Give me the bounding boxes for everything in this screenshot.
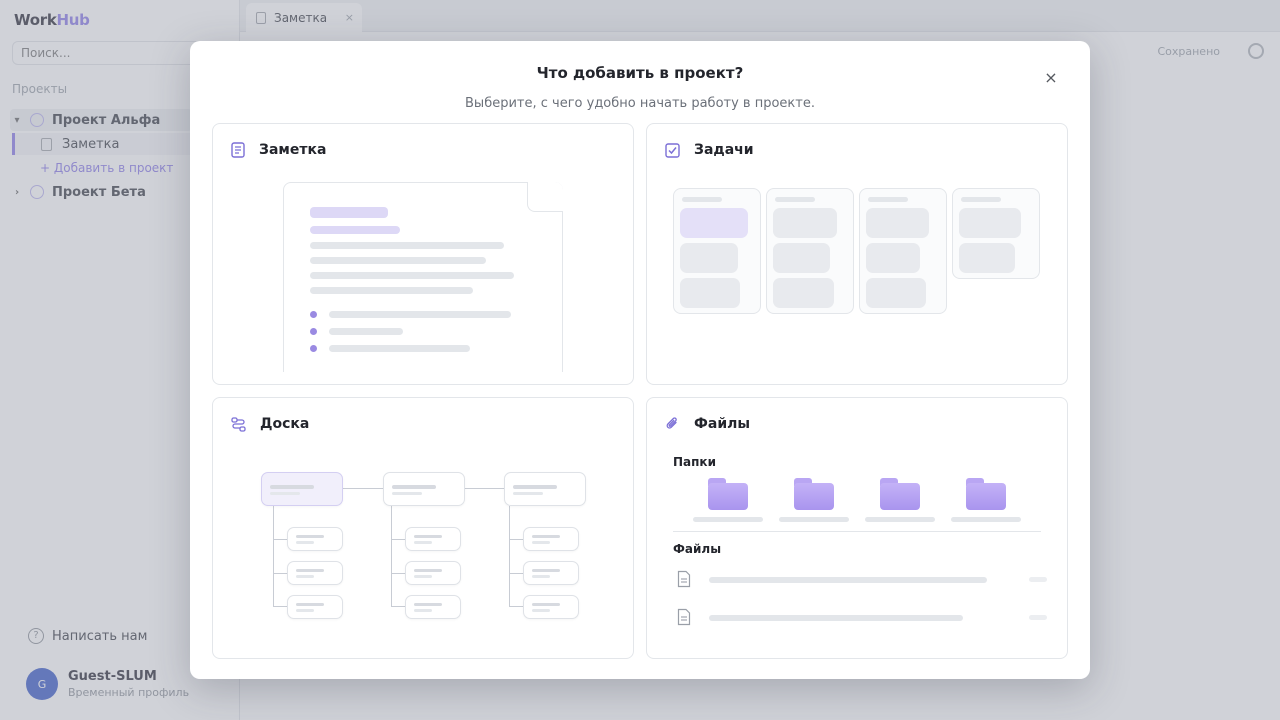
task-tile [866,208,929,238]
column-header [868,197,908,202]
folder-icon [966,478,1006,510]
board-subnode [523,595,579,619]
connector [391,573,405,574]
file-size-placeholder [1029,615,1047,620]
preview-line [310,226,400,234]
preview-line [329,328,403,335]
note-preview [283,182,563,372]
connector [464,488,504,489]
board-subnode [523,527,579,551]
task-tile [773,208,837,238]
task-tile [680,278,740,308]
task-tile [773,278,834,308]
board-node [261,472,343,506]
task-tile [773,243,830,273]
connector [273,573,287,574]
board-flow-icon [231,416,246,432]
file-row [677,570,1047,588]
card-header: Заметка [231,142,326,158]
board-subnode [287,595,343,619]
task-tile [866,278,926,308]
task-column [952,188,1040,279]
preview-line [310,207,388,218]
file-icon [677,608,691,630]
card-header: Доска [231,416,309,432]
folder-name-placeholder [865,517,935,522]
dialog-title: Что добавить в проект? [536,64,744,82]
add-to-project-dialog: Что добавить в проект? Выберите, с чего … [190,41,1090,679]
connector [273,606,287,607]
close-button[interactable]: × [1042,69,1060,87]
bullet [310,345,317,352]
file-icon [677,570,691,592]
preview-line [329,311,511,318]
card-title: Заметка [259,142,327,158]
option-board-card[interactable]: Доска [212,397,634,659]
option-note-card[interactable]: Заметка [212,123,634,385]
connector [391,539,405,540]
divider [673,531,1041,532]
checkbox-icon [665,142,680,158]
folder-name-placeholder [951,517,1021,522]
card-title: Доска [260,416,310,432]
connector [391,606,405,607]
task-tile [959,243,1015,273]
preview-line [310,257,486,264]
board-node [383,472,465,506]
note-icon [231,142,245,158]
connector [509,573,523,574]
preview-line [310,242,504,249]
connector [343,488,383,489]
connector [509,506,510,606]
paperclip-icon [665,416,680,432]
page-fold [527,182,563,212]
preview-line [310,272,514,279]
connector [509,606,523,607]
task-tile [680,243,738,273]
card-header: Файлы [665,416,750,432]
files-label: Файлы [673,542,722,556]
board-subnode [405,595,461,619]
option-tasks-card[interactable]: Задачи [646,123,1068,385]
file-size-placeholder [1029,577,1047,582]
folder-name-placeholder [779,517,849,522]
folder-icon [794,478,834,510]
connector [509,539,523,540]
preview-line [329,345,470,352]
folder-icon [880,478,920,510]
board-subnode [405,561,461,585]
dialog-subtitle: Выберите, с чего удобно начать работу в … [465,96,815,111]
task-column [859,188,947,314]
board-subnode [523,561,579,585]
connector [273,506,274,606]
board-node [504,472,586,506]
column-header [961,197,1001,202]
bullet [310,311,317,318]
card-header: Задачи [665,142,754,158]
connector [391,506,392,606]
file-name-placeholder [709,577,987,583]
card-title: Задачи [694,142,754,158]
preview-line [310,287,473,294]
board-subnode [287,527,343,551]
task-column [766,188,854,314]
folders-label: Папки [673,455,716,469]
task-column [673,188,761,314]
file-name-placeholder [709,615,963,621]
folder-icon [708,478,748,510]
task-tile [680,208,748,238]
file-row [677,608,1047,626]
task-tile [959,208,1021,238]
board-subnode [405,527,461,551]
bullet [310,328,317,335]
option-files-card[interactable]: Файлы Папки Файлы [646,397,1068,659]
column-header [775,197,815,202]
folder-name-placeholder [693,517,763,522]
board-subnode [287,561,343,585]
connector [273,539,287,540]
task-tile [866,243,920,273]
card-title: Файлы [694,416,751,432]
column-header [682,197,722,202]
